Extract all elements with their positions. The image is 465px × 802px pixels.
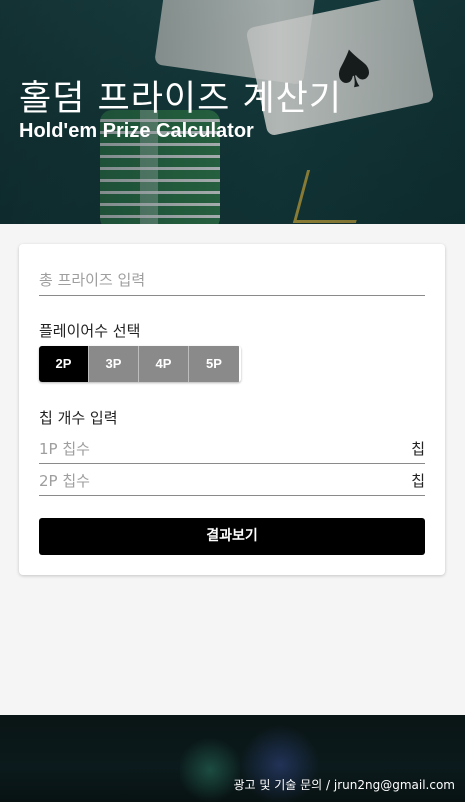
contact-info: 광고 및 기술 문의 / jrun2ng@gmail.com	[233, 778, 455, 792]
page-subtitle: Hold'em Prize Calculator	[19, 120, 254, 142]
player-count-selector: 2P 3P 4P 5P	[39, 346, 241, 382]
prize-input-placeholder: 총 프라이즈 입력	[39, 271, 146, 289]
chip-unit-label: 칩	[411, 440, 425, 458]
show-result-button[interactable]: 결과보기	[39, 518, 425, 555]
footer-background-image	[180, 735, 240, 802]
page-title: 홀덤 프라이즈 계산기	[19, 79, 343, 119]
players-label: 플레이어수 선택	[39, 322, 141, 340]
player-2p-button[interactable]: 2P	[39, 346, 89, 382]
player-5p-button[interactable]: 5P	[189, 346, 239, 382]
chips-label: 칩 개수 입력	[39, 409, 118, 427]
calculator-card: 총 프라이즈 입력 플레이어수 선택 2P 3P 4P 5P 칩 개수 입력 1…	[19, 244, 445, 575]
chip-input-placeholder: 2P 칩수	[39, 472, 90, 490]
player-4p-button[interactable]: 4P	[139, 346, 189, 382]
chip-unit-label: 칩	[411, 472, 425, 490]
hero-banner: ♠ 홀덤 프라이즈 계산기 Hold'em Prize Calculator	[0, 0, 465, 224]
prize-input[interactable]: 총 프라이즈 입력	[39, 269, 425, 296]
player-3p-button[interactable]: 3P	[89, 346, 139, 382]
chip-input-1p[interactable]: 1P 칩수 칩	[39, 436, 425, 464]
chip-input-placeholder: 1P 칩수	[39, 440, 90, 458]
footer: 광고 및 기술 문의 / jrun2ng@gmail.com	[0, 715, 465, 802]
chip-input-2p[interactable]: 2P 칩수 칩	[39, 468, 425, 496]
